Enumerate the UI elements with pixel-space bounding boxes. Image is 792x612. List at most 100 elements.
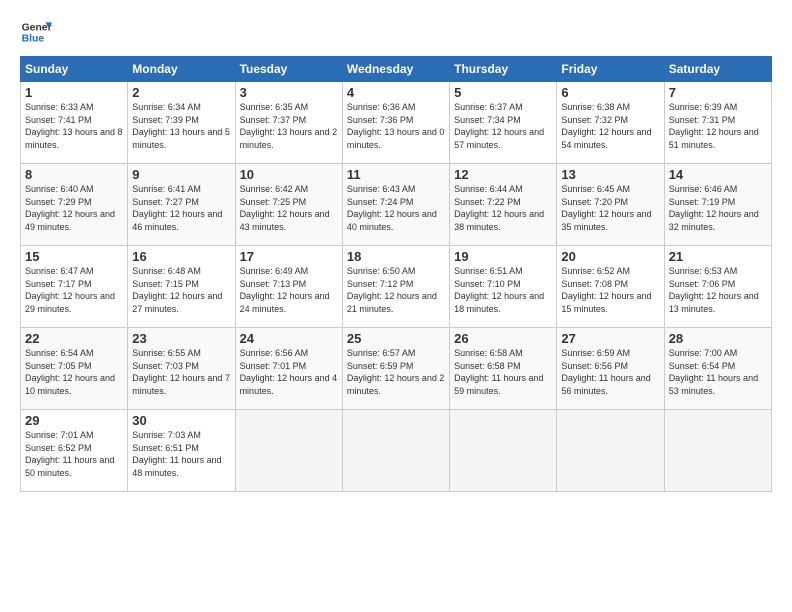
day-info: Sunrise: 6:35 AMSunset: 7:37 PMDaylight:… [240, 101, 338, 151]
day-info: Sunrise: 6:59 AMSunset: 6:56 PMDaylight:… [561, 347, 659, 397]
day-info: Sunrise: 6:54 AMSunset: 7:05 PMDaylight:… [25, 347, 123, 397]
calendar-cell: 29 Sunrise: 7:01 AMSunset: 6:52 PMDaylig… [21, 410, 128, 492]
day-number: 22 [25, 331, 123, 346]
day-info: Sunrise: 6:43 AMSunset: 7:24 PMDaylight:… [347, 183, 445, 233]
day-number: 26 [454, 331, 552, 346]
day-info: Sunrise: 6:52 AMSunset: 7:08 PMDaylight:… [561, 265, 659, 315]
calendar-cell: 21 Sunrise: 6:53 AMSunset: 7:06 PMDaylig… [664, 246, 771, 328]
weekday-header-wednesday: Wednesday [342, 57, 449, 82]
day-number: 18 [347, 249, 445, 264]
day-info: Sunrise: 6:55 AMSunset: 7:03 PMDaylight:… [132, 347, 230, 397]
day-info: Sunrise: 6:37 AMSunset: 7:34 PMDaylight:… [454, 101, 552, 151]
day-number: 20 [561, 249, 659, 264]
weekday-header-sunday: Sunday [21, 57, 128, 82]
calendar-cell: 4 Sunrise: 6:36 AMSunset: 7:36 PMDayligh… [342, 82, 449, 164]
calendar-cell: 12 Sunrise: 6:44 AMSunset: 7:22 PMDaylig… [450, 164, 557, 246]
day-info: Sunrise: 6:44 AMSunset: 7:22 PMDaylight:… [454, 183, 552, 233]
calendar-cell [235, 410, 342, 492]
day-number: 14 [669, 167, 767, 182]
day-number: 1 [25, 85, 123, 100]
day-info: Sunrise: 6:57 AMSunset: 6:59 PMDaylight:… [347, 347, 445, 397]
calendar-cell: 27 Sunrise: 6:59 AMSunset: 6:56 PMDaylig… [557, 328, 664, 410]
day-info: Sunrise: 6:51 AMSunset: 7:10 PMDaylight:… [454, 265, 552, 315]
calendar-cell: 11 Sunrise: 6:43 AMSunset: 7:24 PMDaylig… [342, 164, 449, 246]
calendar-cell [664, 410, 771, 492]
day-info: Sunrise: 6:42 AMSunset: 7:25 PMDaylight:… [240, 183, 338, 233]
day-number: 15 [25, 249, 123, 264]
calendar-cell: 18 Sunrise: 6:50 AMSunset: 7:12 PMDaylig… [342, 246, 449, 328]
logo: General Blue [20, 16, 52, 48]
day-number: 5 [454, 85, 552, 100]
day-info: Sunrise: 6:48 AMSunset: 7:15 PMDaylight:… [132, 265, 230, 315]
day-info: Sunrise: 6:58 AMSunset: 6:58 PMDaylight:… [454, 347, 552, 397]
day-info: Sunrise: 6:49 AMSunset: 7:13 PMDaylight:… [240, 265, 338, 315]
day-number: 28 [669, 331, 767, 346]
day-number: 17 [240, 249, 338, 264]
calendar-cell: 23 Sunrise: 6:55 AMSunset: 7:03 PMDaylig… [128, 328, 235, 410]
day-number: 2 [132, 85, 230, 100]
calendar-cell: 10 Sunrise: 6:42 AMSunset: 7:25 PMDaylig… [235, 164, 342, 246]
calendar-cell: 25 Sunrise: 6:57 AMSunset: 6:59 PMDaylig… [342, 328, 449, 410]
calendar-cell: 26 Sunrise: 6:58 AMSunset: 6:58 PMDaylig… [450, 328, 557, 410]
logo-icon: General Blue [20, 16, 52, 48]
day-number: 16 [132, 249, 230, 264]
calendar-week-3: 15 Sunrise: 6:47 AMSunset: 7:17 PMDaylig… [21, 246, 772, 328]
day-number: 7 [669, 85, 767, 100]
day-info: Sunrise: 6:38 AMSunset: 7:32 PMDaylight:… [561, 101, 659, 151]
day-number: 25 [347, 331, 445, 346]
weekday-header-friday: Friday [557, 57, 664, 82]
calendar-week-2: 8 Sunrise: 6:40 AMSunset: 7:29 PMDayligh… [21, 164, 772, 246]
weekday-header-monday: Monday [128, 57, 235, 82]
calendar-cell: 2 Sunrise: 6:34 AMSunset: 7:39 PMDayligh… [128, 82, 235, 164]
day-number: 12 [454, 167, 552, 182]
day-info: Sunrise: 6:50 AMSunset: 7:12 PMDaylight:… [347, 265, 445, 315]
day-number: 21 [669, 249, 767, 264]
day-number: 8 [25, 167, 123, 182]
calendar-cell: 13 Sunrise: 6:45 AMSunset: 7:20 PMDaylig… [557, 164, 664, 246]
day-number: 19 [454, 249, 552, 264]
calendar-cell: 24 Sunrise: 6:56 AMSunset: 7:01 PMDaylig… [235, 328, 342, 410]
calendar-week-5: 29 Sunrise: 7:01 AMSunset: 6:52 PMDaylig… [21, 410, 772, 492]
day-number: 24 [240, 331, 338, 346]
day-info: Sunrise: 6:33 AMSunset: 7:41 PMDaylight:… [25, 101, 123, 151]
calendar-week-4: 22 Sunrise: 6:54 AMSunset: 7:05 PMDaylig… [21, 328, 772, 410]
day-info: Sunrise: 6:34 AMSunset: 7:39 PMDaylight:… [132, 101, 230, 151]
day-info: Sunrise: 6:56 AMSunset: 7:01 PMDaylight:… [240, 347, 338, 397]
calendar-cell [450, 410, 557, 492]
day-number: 23 [132, 331, 230, 346]
calendar-cell [557, 410, 664, 492]
weekday-header-tuesday: Tuesday [235, 57, 342, 82]
page-header: General Blue [20, 16, 772, 48]
day-info: Sunrise: 6:41 AMSunset: 7:27 PMDaylight:… [132, 183, 230, 233]
calendar-cell: 19 Sunrise: 6:51 AMSunset: 7:10 PMDaylig… [450, 246, 557, 328]
calendar-cell: 14 Sunrise: 6:46 AMSunset: 7:19 PMDaylig… [664, 164, 771, 246]
calendar-cell: 6 Sunrise: 6:38 AMSunset: 7:32 PMDayligh… [557, 82, 664, 164]
day-number: 4 [347, 85, 445, 100]
day-number: 11 [347, 167, 445, 182]
day-number: 9 [132, 167, 230, 182]
day-info: Sunrise: 7:00 AMSunset: 6:54 PMDaylight:… [669, 347, 767, 397]
calendar-cell: 22 Sunrise: 6:54 AMSunset: 7:05 PMDaylig… [21, 328, 128, 410]
day-info: Sunrise: 7:03 AMSunset: 6:51 PMDaylight:… [132, 429, 230, 479]
calendar-cell: 9 Sunrise: 6:41 AMSunset: 7:27 PMDayligh… [128, 164, 235, 246]
day-number: 13 [561, 167, 659, 182]
svg-text:Blue: Blue [22, 34, 45, 45]
day-info: Sunrise: 6:45 AMSunset: 7:20 PMDaylight:… [561, 183, 659, 233]
day-info: Sunrise: 6:47 AMSunset: 7:17 PMDaylight:… [25, 265, 123, 315]
calendar-cell: 15 Sunrise: 6:47 AMSunset: 7:17 PMDaylig… [21, 246, 128, 328]
day-number: 27 [561, 331, 659, 346]
calendar-cell: 17 Sunrise: 6:49 AMSunset: 7:13 PMDaylig… [235, 246, 342, 328]
day-number: 30 [132, 413, 230, 428]
calendar-cell: 8 Sunrise: 6:40 AMSunset: 7:29 PMDayligh… [21, 164, 128, 246]
weekday-header-thursday: Thursday [450, 57, 557, 82]
weekday-header-row: SundayMondayTuesdayWednesdayThursdayFrid… [21, 57, 772, 82]
day-number: 6 [561, 85, 659, 100]
day-info: Sunrise: 6:39 AMSunset: 7:31 PMDaylight:… [669, 101, 767, 151]
day-info: Sunrise: 6:40 AMSunset: 7:29 PMDaylight:… [25, 183, 123, 233]
day-number: 3 [240, 85, 338, 100]
calendar-week-1: 1 Sunrise: 6:33 AMSunset: 7:41 PMDayligh… [21, 82, 772, 164]
day-info: Sunrise: 6:46 AMSunset: 7:19 PMDaylight:… [669, 183, 767, 233]
calendar-cell: 20 Sunrise: 6:52 AMSunset: 7:08 PMDaylig… [557, 246, 664, 328]
weekday-header-saturday: Saturday [664, 57, 771, 82]
calendar-cell: 7 Sunrise: 6:39 AMSunset: 7:31 PMDayligh… [664, 82, 771, 164]
